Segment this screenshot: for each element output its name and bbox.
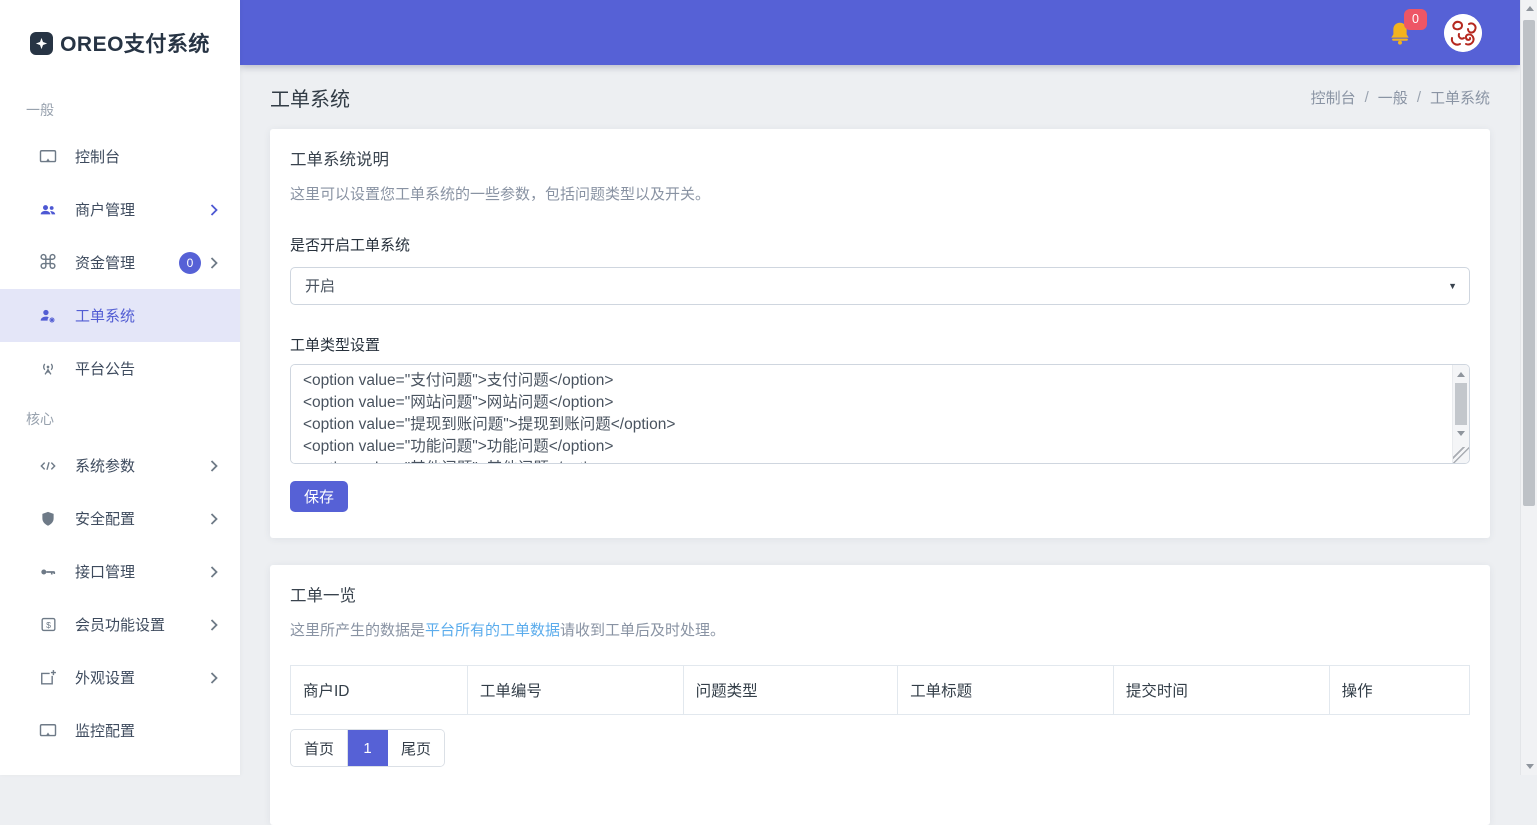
pagination: 首页 1 尾页 [290,729,445,767]
scrollbar-down-icon[interactable] [1521,758,1537,775]
breadcrumb: 控制台 / 一般 / 工单系统 [1311,87,1490,108]
page-title: 工单系统 [270,83,350,112]
sidebar-item-announcements[interactable]: 平台公告 [0,342,240,395]
notification-count-badge: 0 [1404,9,1427,30]
workorder-types-label: 工单类型设置 [290,335,1470,356]
pagination-first-button[interactable]: 首页 [291,730,348,766]
workorder-types-textarea[interactable]: <option value="支付问题">支付问题</option> <opti… [291,365,1452,463]
chevron-right-icon [210,204,218,216]
sidebar-item-member-features[interactable]: $ 会员功能设置 [0,598,240,651]
sidebar-item-appearance[interactable]: 外观设置 [0,651,240,704]
chevron-right-icon [210,619,218,631]
sidebar-item-workorders[interactable]: 工单系统 [0,289,240,342]
monitor-icon [36,721,60,741]
enable-workorder-select[interactable]: 开启 [290,267,1470,305]
page-scrollbar[interactable] [1520,0,1537,775]
chevron-right-icon [210,672,218,684]
command-icon: ⌘ [36,253,60,273]
col-merchant-id: 商户ID [291,666,468,715]
avatar-image [1444,14,1482,52]
app-title: OREO支付系统 [60,28,210,58]
sidebar-item-security[interactable]: 安全配置 [0,492,240,545]
col-actions: 操作 [1329,666,1469,715]
svg-text:$: $ [46,620,51,630]
sidebar-item-console[interactable]: 控制台 [0,130,240,183]
sidebar-item-monitoring[interactable]: 监控配置 [0,704,240,757]
logo-shield-icon [30,32,53,55]
sidebar-item-funds[interactable]: ⌘ 资金管理 0 [0,236,240,289]
chevron-right-icon [210,513,218,525]
key-icon [36,562,60,582]
sidebar-item-merchants[interactable]: 商户管理 [0,183,240,236]
chevron-right-icon [210,460,218,472]
workorder-list-card: 工单一览 这里所产生的数据是平台所有的工单数据请收到工单后及时处理。 商户ID … [270,565,1490,825]
table-header-row: 商户ID 工单编号 问题类型 工单标题 提交时间 操作 [291,666,1470,715]
scroll-up-icon[interactable] [1453,367,1469,382]
sidebar-item-api[interactable]: 接口管理 [0,545,240,598]
sidebar-item-system-params[interactable]: 系统参数 [0,439,240,492]
sidebar: OREO支付系统 一般 控制台 商户管理 ⌘ 资金管理 0 [0,0,240,775]
member-card-icon: $ [36,615,60,634]
breadcrumb-console[interactable]: 控制台 [1311,87,1356,108]
chevron-right-icon [210,257,218,269]
textarea-resize-grip[interactable] [1453,447,1469,463]
breadcrumb-general[interactable]: 一般 [1378,87,1408,108]
orders-card-title: 工单一览 [290,585,1470,607]
monitor-icon [36,147,60,167]
user-gear-icon [36,306,60,326]
page-scrollbar-thumb[interactable] [1523,20,1535,506]
workorder-settings-card: 工单系统说明 这里可以设置您工单系统的一些参数，包括问题类型以及开关。 是否开启… [270,129,1490,538]
scroll-down-icon[interactable] [1453,426,1469,441]
workorders-table: 商户ID 工单编号 问题类型 工单标题 提交时间 操作 [290,665,1470,715]
users-icon [36,200,60,220]
page-header: 工单系统 控制台 / 一般 / 工单系统 [270,65,1490,129]
breadcrumb-current: 工单系统 [1430,87,1490,108]
code-icon [36,456,60,476]
app-logo[interactable]: OREO支付系统 [0,0,240,86]
appearance-icon [36,668,60,688]
save-button[interactable]: 保存 [290,481,348,512]
user-avatar[interactable] [1444,14,1482,52]
enable-workorder-select-wrap: 开启 ▼ [290,267,1470,305]
textarea-scrollbar-thumb[interactable] [1455,383,1467,425]
all-workorders-link[interactable]: 平台所有的工单数据 [425,622,560,639]
sidebar-section-core: 核心 [0,395,240,439]
chevron-right-icon [210,566,218,578]
col-workorder-number: 工单编号 [467,666,683,715]
pagination-last-button[interactable]: 尾页 [388,730,444,766]
sidebar-section-general: 一般 [0,86,240,130]
shield-icon [36,510,60,528]
count-badge: 0 [179,252,201,274]
orders-card-description: 这里所产生的数据是平台所有的工单数据请收到工单后及时处理。 [290,620,1470,641]
main-content: 工单系统 控制台 / 一般 / 工单系统 工单系统说明 这里可以设置您工单系统的… [240,65,1520,775]
col-workorder-title: 工单标题 [898,666,1114,715]
notifications-button[interactable]: 0 [1386,19,1414,47]
scrollbar-up-icon[interactable] [1521,0,1537,17]
settings-card-description: 这里可以设置您工单系统的一些参数，包括问题类型以及开关。 [290,184,1470,205]
pagination-page-1-button[interactable]: 1 [348,730,388,766]
workorder-types-textarea-wrap: <option value="支付问题">支付问题</option> <opti… [290,364,1470,464]
col-problem-type: 问题类型 [683,666,898,715]
topbar: 0 [240,0,1520,65]
broadcast-icon [36,359,60,379]
settings-card-title: 工单系统说明 [290,149,1470,171]
col-submit-time: 提交时间 [1113,666,1329,715]
enable-workorder-label: 是否开启工单系统 [290,235,1470,256]
